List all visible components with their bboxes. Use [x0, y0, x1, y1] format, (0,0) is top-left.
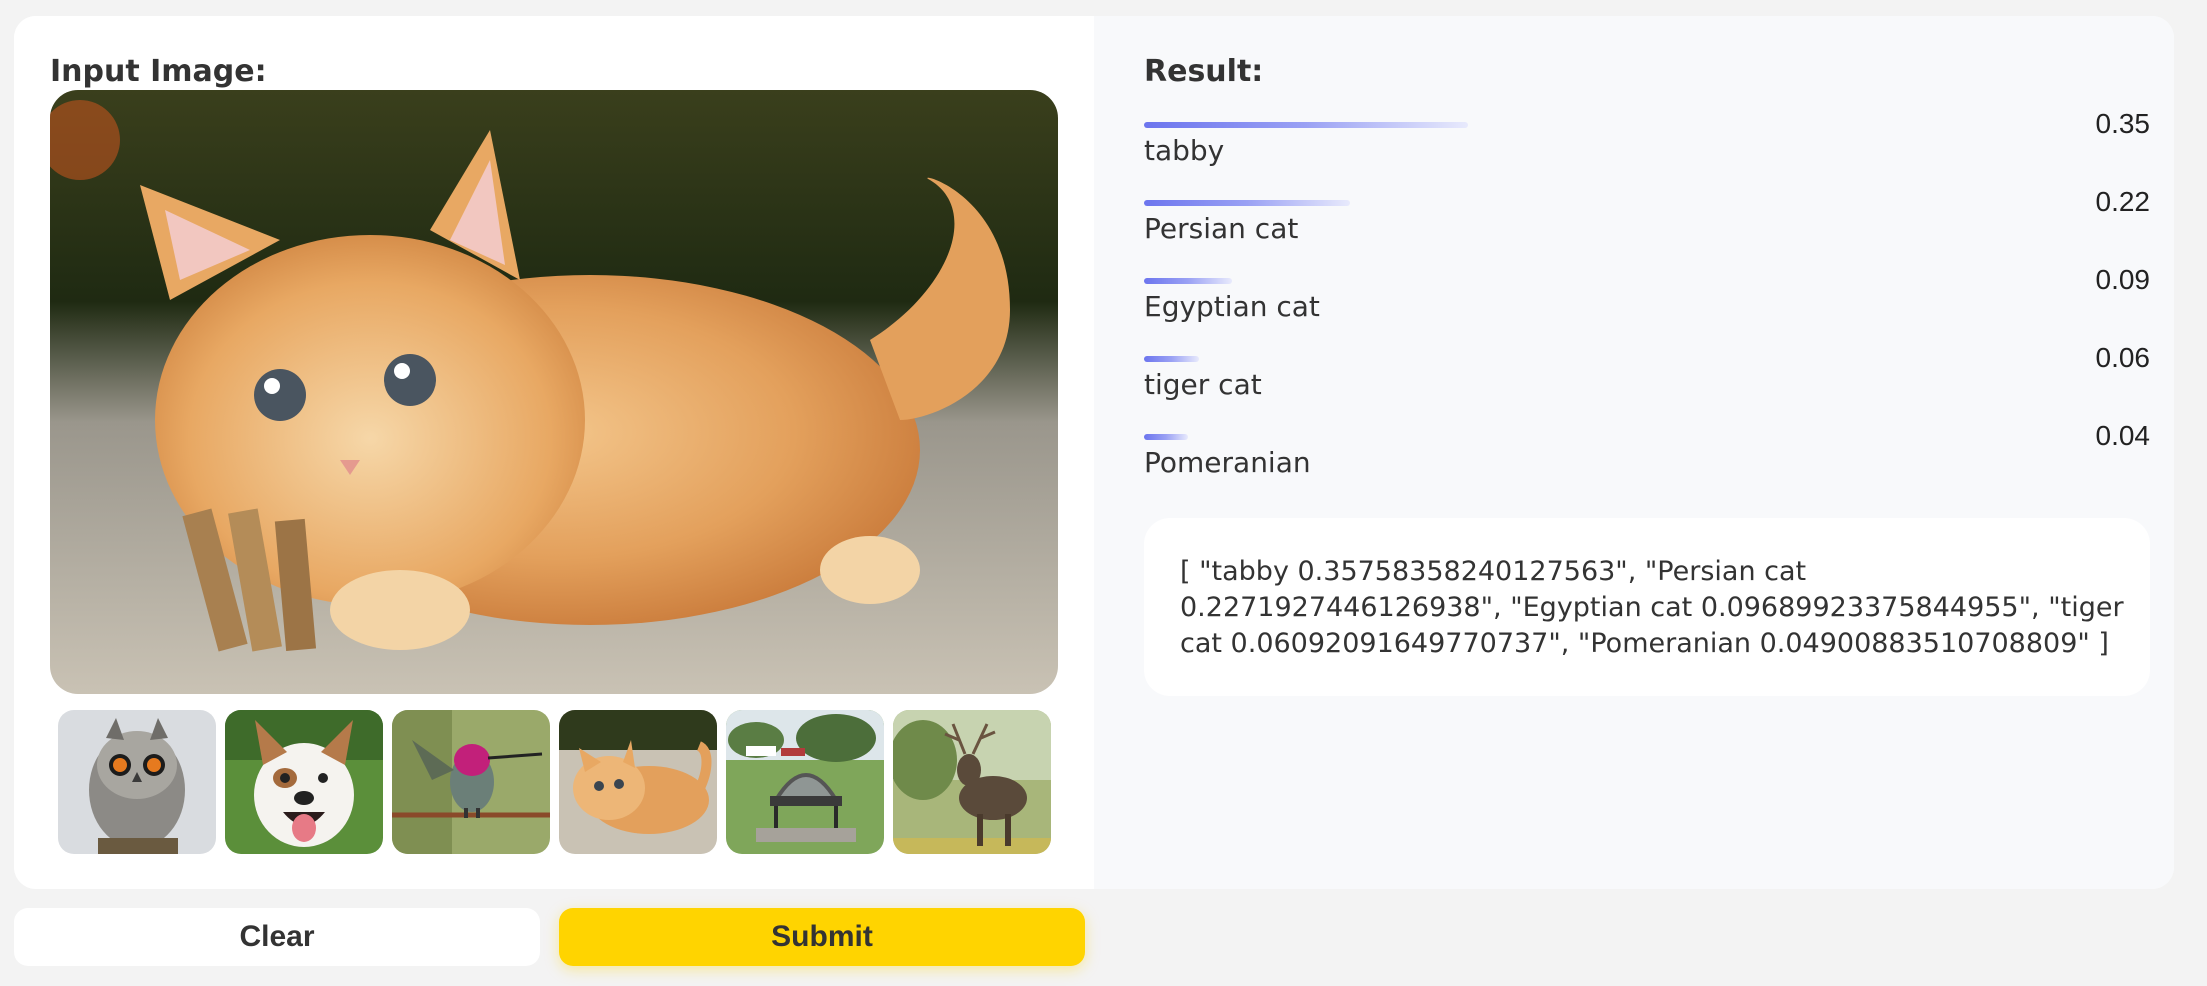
confidence-bar	[1144, 434, 1188, 440]
dog-thumbnail-icon	[225, 710, 383, 854]
deer-thumbnail-icon	[893, 710, 1051, 854]
result-label: Result:	[1144, 54, 1264, 89]
result-name: tabby	[1144, 134, 1225, 167]
examples-gallery	[58, 710, 1052, 854]
bench-thumbnail-icon	[726, 710, 884, 854]
json-output-text: [ "tabby 0.35758358240127563", "Persian …	[1180, 556, 2124, 659]
confidence-bar	[1144, 356, 1199, 362]
input-image-label: Input Image:	[50, 54, 267, 89]
result-score: 0.22	[2095, 186, 2151, 217]
example-owl[interactable]	[58, 710, 216, 854]
input-image-dropzone[interactable]	[50, 90, 1058, 694]
kitten-photo-icon	[50, 90, 1058, 694]
example-deer[interactable]	[893, 710, 1051, 854]
result-item-tiger-cat: tiger cat 0.06	[1144, 342, 2150, 426]
result-name: Persian cat	[1144, 212, 1299, 245]
submit-button[interactable]: Submit	[559, 908, 1085, 966]
result-name: Egyptian cat	[1144, 290, 1320, 323]
input-panel: Input Image:	[14, 16, 1094, 889]
hummingbird-thumbnail-icon	[392, 710, 550, 854]
example-hummingbird[interactable]	[392, 710, 550, 854]
example-kitten[interactable]	[559, 710, 717, 854]
result-item-tabby: tabby 0.35	[1144, 108, 2150, 192]
json-output-box: [ "tabby 0.35758358240127563", "Persian …	[1144, 518, 2150, 696]
owl-thumbnail-icon	[58, 710, 216, 854]
result-score: 0.09	[2095, 264, 2151, 295]
result-item-egyptian-cat: Egyptian cat 0.09	[1144, 264, 2150, 348]
app-container: Input Image: Result: tabby 0.35 Persian …	[14, 16, 2174, 889]
kitten-thumbnail-icon	[559, 710, 717, 854]
confidence-bar	[1144, 200, 1350, 206]
example-bench[interactable]	[726, 710, 884, 854]
confidence-bar	[1144, 278, 1232, 284]
result-item-persian-cat: Persian cat 0.22	[1144, 186, 2150, 270]
result-score: 0.06	[2095, 342, 2151, 373]
example-dog[interactable]	[225, 710, 383, 854]
result-name: Pomeranian	[1144, 446, 1311, 479]
clear-button[interactable]: Clear	[14, 908, 540, 966]
result-name: tiger cat	[1144, 368, 1262, 401]
result-score: 0.04	[2095, 420, 2151, 451]
confidence-bar	[1144, 122, 1468, 128]
result-item-pomeranian: Pomeranian 0.04	[1144, 420, 2150, 504]
result-score: 0.35	[2095, 108, 2151, 139]
result-panel: Result: tabby 0.35 Persian cat 0.22 Egyp…	[1094, 16, 2174, 889]
